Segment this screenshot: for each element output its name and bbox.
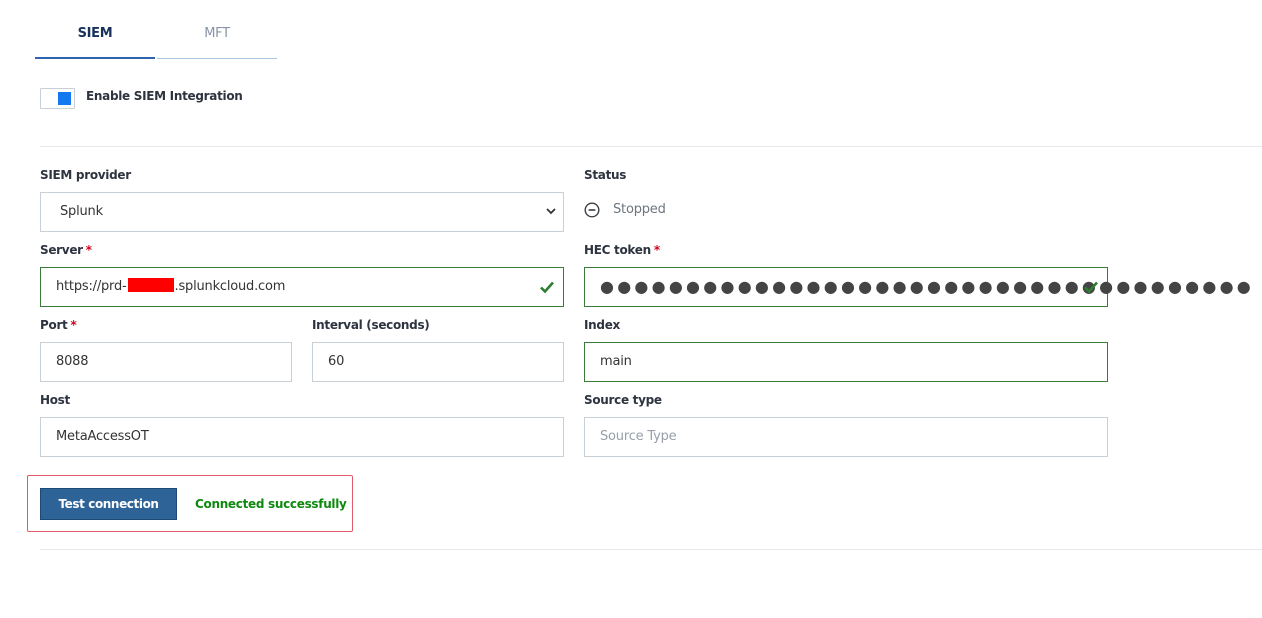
connection-result-message: Connected successfully [195, 497, 347, 511]
hec-token-input[interactable]: ●●●●●●●●●●●●●●●●●●●●●●●●●●●●●●●●●●●●●● [584, 267, 1251, 307]
siem-settings-page: SIEM MFT Enable SIEM Integration SIEM pr… [0, 0, 1262, 618]
required-marker: * [70, 318, 77, 332]
test-connection-button[interactable]: Test connection [40, 488, 177, 520]
port-value: 8088 [56, 354, 89, 369]
source-type-placeholder: Source Type [600, 429, 677, 444]
siem-provider-label: SIEM provider [40, 168, 131, 182]
interval-label: Interval (seconds) [312, 318, 430, 332]
required-marker: * [85, 243, 92, 257]
required-marker: * [653, 243, 660, 257]
host-label: Host [40, 393, 70, 407]
port-label-text: Port [40, 318, 68, 332]
server-label-text: Server [40, 243, 83, 257]
check-icon [1084, 281, 1098, 294]
hec-token-label: HEC token * [584, 243, 660, 257]
chevron-down-icon [546, 208, 556, 215]
port-label: Port * [40, 318, 77, 332]
hec-token-label-text: HEC token [584, 243, 651, 257]
server-value-prefix: https://prd- [56, 279, 127, 294]
status-value: Stopped [613, 202, 666, 217]
server-input[interactable]: https://prd- .splunkcloud.com [40, 267, 564, 307]
section-divider [40, 146, 1262, 147]
index-input[interactable]: main [584, 342, 1108, 382]
tab-mft[interactable]: MFT [157, 16, 277, 59]
siem-provider-value: Splunk [60, 204, 103, 219]
hec-token-masked-value: ●●●●●●●●●●●●●●●●●●●●●●●●●●●●●●●●●●●●●● [600, 277, 1255, 296]
tab-siem[interactable]: SIEM [35, 16, 155, 59]
source-type-input[interactable]: Source Type [584, 417, 1108, 457]
index-value: main [600, 354, 632, 369]
source-type-label: Source type [584, 393, 662, 407]
enable-siem-toggle[interactable] [40, 88, 75, 109]
minus-circle-icon [584, 202, 600, 218]
host-input[interactable]: MetaAccessOT [40, 417, 564, 457]
redaction-block [127, 278, 174, 292]
status-label: Status [584, 168, 627, 182]
server-label: Server * [40, 243, 92, 257]
interval-value: 60 [328, 354, 345, 369]
check-icon [540, 281, 554, 294]
port-input[interactable]: 8088 [40, 342, 292, 382]
enable-siem-label: Enable SIEM Integration [86, 89, 243, 103]
server-value-suffix: .splunkcloud.com [174, 279, 286, 294]
toggle-knob [58, 92, 71, 105]
siem-provider-select[interactable]: Splunk [40, 192, 564, 232]
interval-input[interactable]: 60 [312, 342, 564, 382]
host-value: MetaAccessOT [56, 429, 149, 444]
section-divider [40, 549, 1262, 550]
index-label: Index [584, 318, 620, 332]
